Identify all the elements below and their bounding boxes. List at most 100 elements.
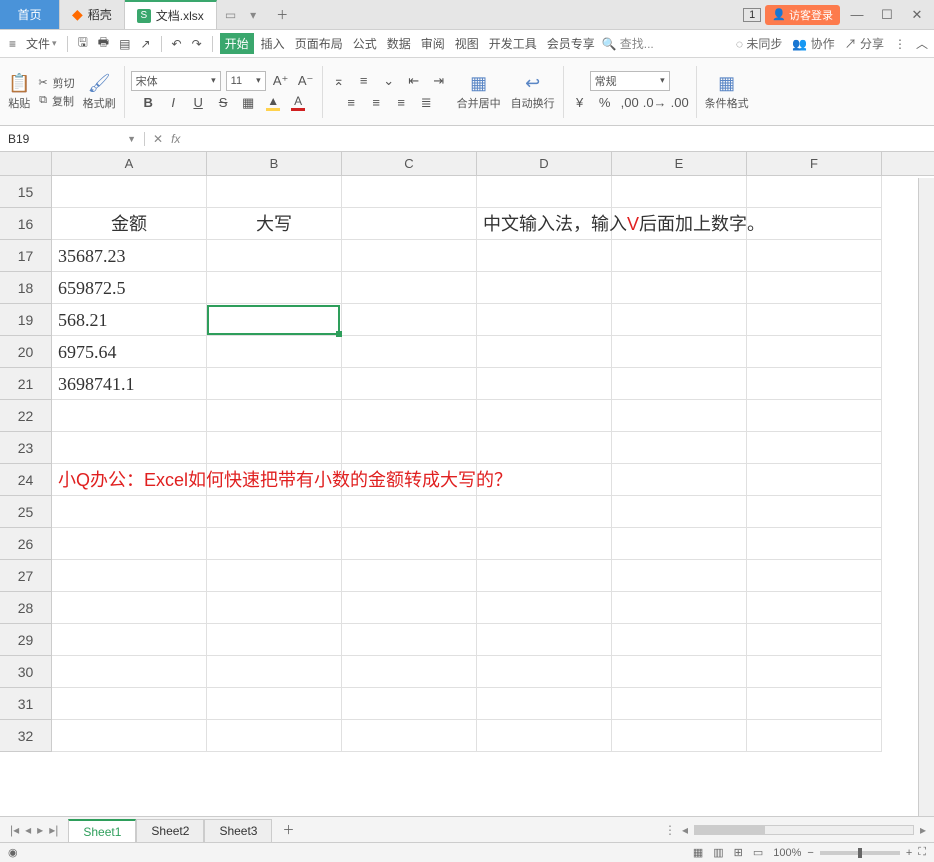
cell-D15[interactable] (477, 176, 612, 208)
cell-A27[interactable] (52, 560, 207, 592)
cell-F32[interactable] (747, 720, 882, 752)
row-header-24[interactable]: 24 (0, 464, 52, 496)
align-right-icon[interactable]: ≡ (391, 93, 411, 113)
row-header-29[interactable]: 29 (0, 624, 52, 656)
cell-D31[interactable] (477, 688, 612, 720)
cell-D27[interactable] (477, 560, 612, 592)
cell-A24[interactable]: 小Q办公：Excel如何快速把带有小数的金额转成大写的？ (52, 464, 207, 496)
menu-data[interactable]: 数据 (384, 33, 414, 54)
export-icon[interactable]: ↗ (137, 35, 153, 53)
cell-A30[interactable] (52, 656, 207, 688)
cell-D20[interactable] (477, 336, 612, 368)
cell-B27[interactable] (207, 560, 342, 592)
row-header-30[interactable]: 30 (0, 656, 52, 688)
menu-view[interactable]: 视图 (452, 33, 482, 54)
select-all-corner[interactable] (0, 152, 52, 175)
cell-E20[interactable] (612, 336, 747, 368)
cell-F23[interactable] (747, 432, 882, 464)
align-left-icon[interactable]: ≡ (341, 93, 361, 113)
cell-B17[interactable] (207, 240, 342, 272)
row-header-19[interactable]: 19 (0, 304, 52, 336)
align-middle-icon[interactable]: ≡ (354, 71, 374, 91)
cell-D32[interactable] (477, 720, 612, 752)
col-header-A[interactable]: A (52, 152, 207, 175)
cell-A18[interactable]: 659872.5 (52, 272, 207, 304)
zoom-out-icon[interactable]: − (807, 847, 813, 859)
cell-E25[interactable] (612, 496, 747, 528)
cell-C28[interactable] (342, 592, 477, 624)
comma-icon[interactable]: ,00 (620, 93, 640, 113)
cell-B25[interactable] (207, 496, 342, 528)
cell-F26[interactable] (747, 528, 882, 560)
menu-insert[interactable]: 插入 (258, 33, 288, 54)
cell-A31[interactable] (52, 688, 207, 720)
sheet-first-icon[interactable]: |◂ (10, 823, 19, 837)
cell-C23[interactable] (342, 432, 477, 464)
file-menu[interactable]: 文件▾ (23, 33, 60, 54)
close-button[interactable]: ✕ (904, 7, 930, 23)
cell-C21[interactable] (342, 368, 477, 400)
status-record-icon[interactable]: ◉ (8, 846, 18, 859)
cell-C25[interactable] (342, 496, 477, 528)
cell-E30[interactable] (612, 656, 747, 688)
more-icon[interactable]: ⋮ (894, 37, 906, 51)
cell-C22[interactable] (342, 400, 477, 432)
cell-E31[interactable] (612, 688, 747, 720)
minimize-button[interactable]: — (844, 7, 870, 22)
cell-B23[interactable] (207, 432, 342, 464)
strike-button[interactable]: S (213, 93, 233, 113)
row-header-32[interactable]: 32 (0, 720, 52, 752)
cell-D26[interactable] (477, 528, 612, 560)
tab-document[interactable]: S 文档.xlsx (125, 0, 217, 29)
row-header-26[interactable]: 26 (0, 528, 52, 560)
cell-C30[interactable] (342, 656, 477, 688)
horizontal-scrollbar[interactable]: ⋮◂ ▸ (305, 823, 934, 837)
col-header-D[interactable]: D (477, 152, 612, 175)
sheet-last-icon[interactable]: ▸| (49, 823, 58, 837)
indent-left-icon[interactable]: ⇤ (404, 71, 424, 91)
maximize-button[interactable]: ☐ (874, 7, 900, 23)
cell-C26[interactable] (342, 528, 477, 560)
notification-badge[interactable]: 1 (743, 8, 761, 22)
merge-center-button[interactable]: ▦ 合并居中 (455, 71, 503, 113)
row-header-18[interactable]: 18 (0, 272, 52, 304)
cell-E22[interactable] (612, 400, 747, 432)
decrease-font-icon[interactable]: A⁻ (296, 71, 316, 91)
paste-button[interactable]: 📋 粘贴 (6, 71, 32, 113)
cell-E26[interactable] (612, 528, 747, 560)
cut-button[interactable]: ✂ 剪切 (38, 75, 74, 91)
align-top-icon[interactable]: ⌅ (329, 71, 349, 91)
cell-C15[interactable] (342, 176, 477, 208)
cell-F24[interactable] (747, 464, 882, 496)
cell-F25[interactable] (747, 496, 882, 528)
zoom-control[interactable]: 100% − + ⛶ (773, 846, 926, 859)
view-normal-icon[interactable]: ▦ (693, 846, 703, 859)
align-center-icon[interactable]: ≡ (366, 93, 386, 113)
hamburger-icon[interactable]: ≡ (6, 35, 19, 53)
menu-start[interactable]: 开始 (220, 33, 254, 54)
cell-D25[interactable] (477, 496, 612, 528)
cell-D21[interactable] (477, 368, 612, 400)
sheet-prev-icon[interactable]: ◂ (25, 823, 31, 837)
cell-F22[interactable] (747, 400, 882, 432)
row-header-20[interactable]: 20 (0, 336, 52, 368)
italic-button[interactable]: I (163, 93, 183, 113)
share-button[interactable]: ↗ 分享 (845, 35, 884, 52)
cell-F20[interactable] (747, 336, 882, 368)
fullscreen-icon[interactable]: ⛶ (918, 846, 926, 859)
row-header-28[interactable]: 28 (0, 592, 52, 624)
menu-review[interactable]: 审阅 (418, 33, 448, 54)
tab-daoke[interactable]: ◆ 稻壳 (60, 0, 125, 29)
guest-login-button[interactable]: 👤 访客登录 (765, 5, 840, 25)
cell-A29[interactable] (52, 624, 207, 656)
cell-E27[interactable] (612, 560, 747, 592)
cell-A32[interactable] (52, 720, 207, 752)
fx-icon[interactable]: fx (171, 132, 180, 146)
cell-B18[interactable] (207, 272, 342, 304)
font-size-select[interactable]: 11▾ (226, 71, 266, 91)
cell-F30[interactable] (747, 656, 882, 688)
col-header-B[interactable]: B (207, 152, 342, 175)
cell-C27[interactable] (342, 560, 477, 592)
sheet-tab-2[interactable]: Sheet2 (136, 819, 204, 843)
save-icon[interactable]: 🖫 (75, 31, 91, 56)
